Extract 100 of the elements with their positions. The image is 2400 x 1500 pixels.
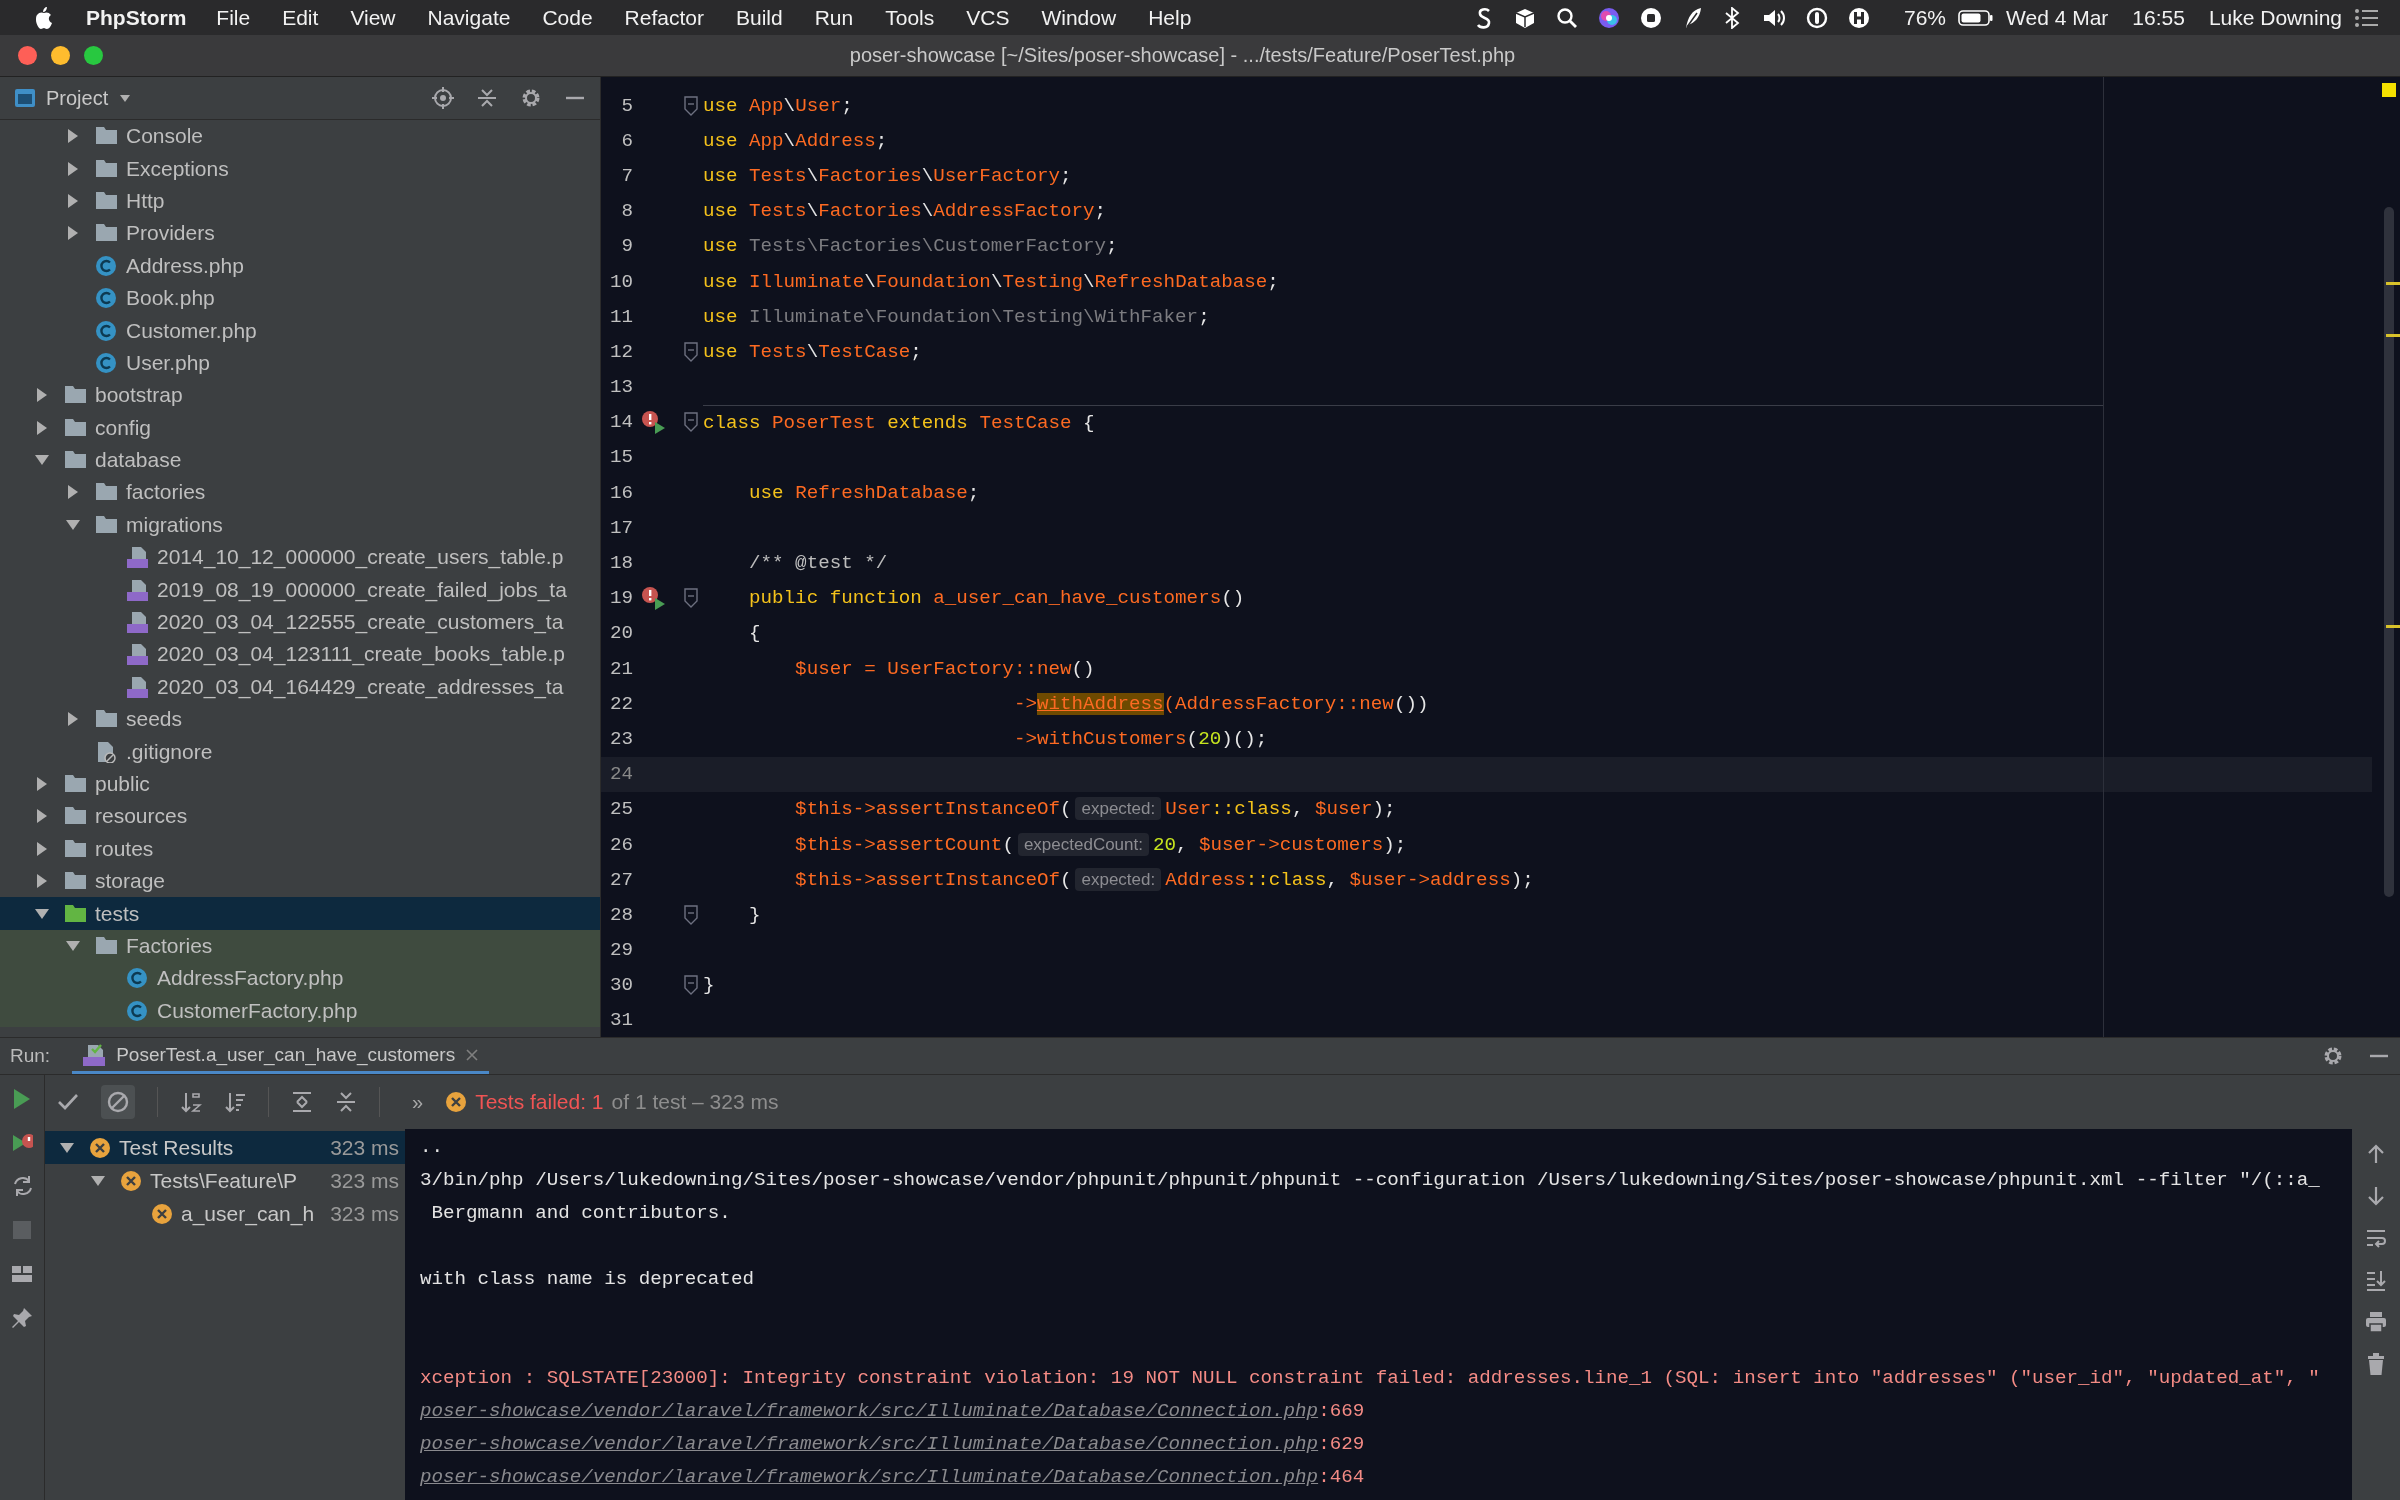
- sort-alpha-icon[interactable]: [180, 1091, 202, 1113]
- tree-item[interactable]: migrations: [0, 508, 600, 542]
- tree-item[interactable]: bootstrap: [0, 379, 600, 412]
- tree-item[interactable]: factories: [0, 476, 600, 509]
- sort-duration-icon[interactable]: [224, 1091, 246, 1113]
- collapse-all-icon[interactable]: [335, 1091, 357, 1113]
- console-line: ..: [420, 1135, 445, 1160]
- search-icon[interactable]: [1556, 6, 1578, 29]
- tree-item[interactable]: Providers: [0, 217, 600, 250]
- tree-item[interactable]: routes: [0, 832, 600, 865]
- tree-item[interactable]: Address.php: [0, 249, 600, 282]
- trash-icon[interactable]: [2365, 1353, 2387, 1375]
- scrollbar-thumb[interactable]: [2384, 207, 2394, 897]
- tree-item[interactable]: database: [0, 443, 600, 477]
- menu-item[interactable]: Window: [1025, 5, 1133, 30]
- menu-item[interactable]: Code: [526, 5, 609, 30]
- tree-item[interactable]: Customer.php: [0, 314, 600, 347]
- run-tab[interactable]: PoserTest.a_user_can_have_customers: [72, 1038, 490, 1074]
- tree-item[interactable]: 2014_10_12_000000_create_users_table.p: [0, 541, 600, 574]
- menu-item[interactable]: Refactor: [608, 5, 720, 30]
- tree-item[interactable]: 2020_03_04_123111_create_books_table.p: [0, 638, 600, 671]
- test-result-item[interactable]: Tests\Feature\P 323 ms: [45, 1164, 405, 1197]
- tree-item[interactable]: AddressFactory.php: [0, 962, 600, 995]
- circle-icon[interactable]: [1848, 6, 1870, 29]
- menu-item[interactable]: Build: [720, 5, 799, 30]
- battery-icon[interactable]: [1958, 8, 1994, 27]
- run-test-icon[interactable]: [641, 586, 667, 611]
- run-test-icon[interactable]: [641, 410, 667, 435]
- menu-bar-date[interactable]: Wed 4 Mar: [2006, 5, 2109, 30]
- panel-icon: [14, 88, 36, 108]
- expand-all-icon[interactable]: [291, 1091, 313, 1113]
- menu-item[interactable]: Edit: [266, 5, 335, 30]
- orb-icon[interactable]: [1598, 6, 1620, 29]
- tree-item[interactable]: public: [0, 767, 600, 801]
- tree-item[interactable]: tests: [0, 897, 600, 930]
- toggle-auto-test-icon[interactable]: [11, 1175, 33, 1197]
- down-arrow-icon[interactable]: [2365, 1185, 2387, 1207]
- tree-item[interactable]: 2020_03_04_122555_create_customers_ta: [0, 605, 600, 639]
- menu-bar-clock[interactable]: 16:55: [2132, 5, 2185, 30]
- menu-item[interactable]: File: [200, 5, 267, 30]
- soft-wrap-icon[interactable]: [2365, 1227, 2387, 1249]
- fold-icon[interactable]: [683, 904, 699, 925]
- fold-icon[interactable]: [683, 588, 699, 609]
- fold-icon[interactable]: [683, 95, 699, 116]
- fold-icon[interactable]: [683, 341, 699, 362]
- close-icon[interactable]: [465, 1047, 480, 1062]
- user-name[interactable]: Luke Downing: [2208, 5, 2342, 30]
- tree-item[interactable]: config: [0, 411, 600, 444]
- file-link[interactable]: poser-showcase/vendor/laravel/framework/src/Illuminate/Database/Connection.php: [420, 1400, 1319, 1422]
- tree-item[interactable]: 2020_03_04_164429_create_addresses_ta: [0, 670, 600, 704]
- tree-item[interactable]: Book.php: [0, 281, 600, 315]
- close-button[interactable]: [18, 46, 37, 65]
- tree-item[interactable]: User.php: [0, 346, 600, 380]
- menu-item[interactable]: Tools: [869, 5, 951, 30]
- menu-item[interactable]: Help: [1132, 5, 1208, 30]
- test-summary: of 1 test – 323 ms: [611, 1090, 779, 1114]
- tree-item[interactable]: seeds: [0, 703, 600, 736]
- test-result-item[interactable]: Test Results 323 ms: [45, 1131, 405, 1164]
- menu-item[interactable]: VCS: [950, 5, 1026, 30]
- pin-icon[interactable]: [11, 1307, 33, 1329]
- line-ref: :464: [1318, 1466, 1365, 1488]
- file-link[interactable]: poser-showcase/vendor/laravel/framework/src/Illuminate/Database/Connection.php: [420, 1466, 1319, 1488]
- menu-item[interactable]: Navigate: [411, 5, 527, 30]
- apple-icon[interactable]: [34, 5, 54, 30]
- tree-item[interactable]: Http: [0, 184, 600, 218]
- scroll-to-end-icon[interactable]: [2365, 1269, 2387, 1291]
- settings-icon[interactable]: [2322, 1045, 2344, 1067]
- app-menu[interactable]: PhpStorm: [86, 5, 187, 30]
- target-icon[interactable]: [432, 87, 454, 109]
- layout-icon[interactable]: [11, 1263, 33, 1285]
- tree-item[interactable]: CustomerFactory.php: [0, 994, 600, 1027]
- tree-item[interactable]: .gitignore: [0, 735, 600, 768]
- cube-icon[interactable]: [1514, 6, 1536, 29]
- test-result-item[interactable]: a_user_can_h 323 ms: [45, 1197, 405, 1230]
- tree-item[interactable]: Exceptions: [0, 152, 600, 185]
- ignored-filter-button[interactable]: [101, 1085, 135, 1119]
- settings-icon[interactable]: [520, 87, 542, 109]
- fold-icon[interactable]: [683, 412, 699, 433]
- rerun-failed-icon[interactable]: [11, 1131, 33, 1153]
- list-icon[interactable]: [2354, 6, 2380, 29]
- tree-item[interactable]: storage: [0, 865, 600, 898]
- print-icon[interactable]: [2365, 1311, 2387, 1333]
- menu-item[interactable]: View: [334, 5, 412, 30]
- minimize-button[interactable]: [51, 46, 70, 65]
- tree-item[interactable]: Factories: [0, 929, 600, 963]
- dropdown-caret-icon[interactable]: [118, 92, 133, 104]
- stop-circle-icon[interactable]: [1640, 6, 1662, 29]
- folder-icon: [64, 773, 86, 795]
- menu-item[interactable]: Run: [798, 5, 870, 30]
- ring-icon[interactable]: [1806, 6, 1828, 29]
- zoom-button[interactable]: [84, 46, 103, 65]
- tree-item[interactable]: resources: [0, 800, 600, 833]
- file-link[interactable]: poser-showcase/vendor/laravel/framework/src/Illuminate/Database/Connection.php: [420, 1433, 1319, 1455]
- class-file-icon: [126, 967, 148, 990]
- tree-item[interactable]: Console: [0, 120, 600, 153]
- tree-item[interactable]: 2019_08_19_000000_create_failed_jobs_ta: [0, 573, 600, 606]
- collapse-icon[interactable]: [476, 87, 498, 109]
- fold-icon[interactable]: [683, 975, 699, 996]
- more-button[interactable]: »: [412, 1090, 424, 1114]
- panel-title[interactable]: Project: [46, 86, 109, 110]
